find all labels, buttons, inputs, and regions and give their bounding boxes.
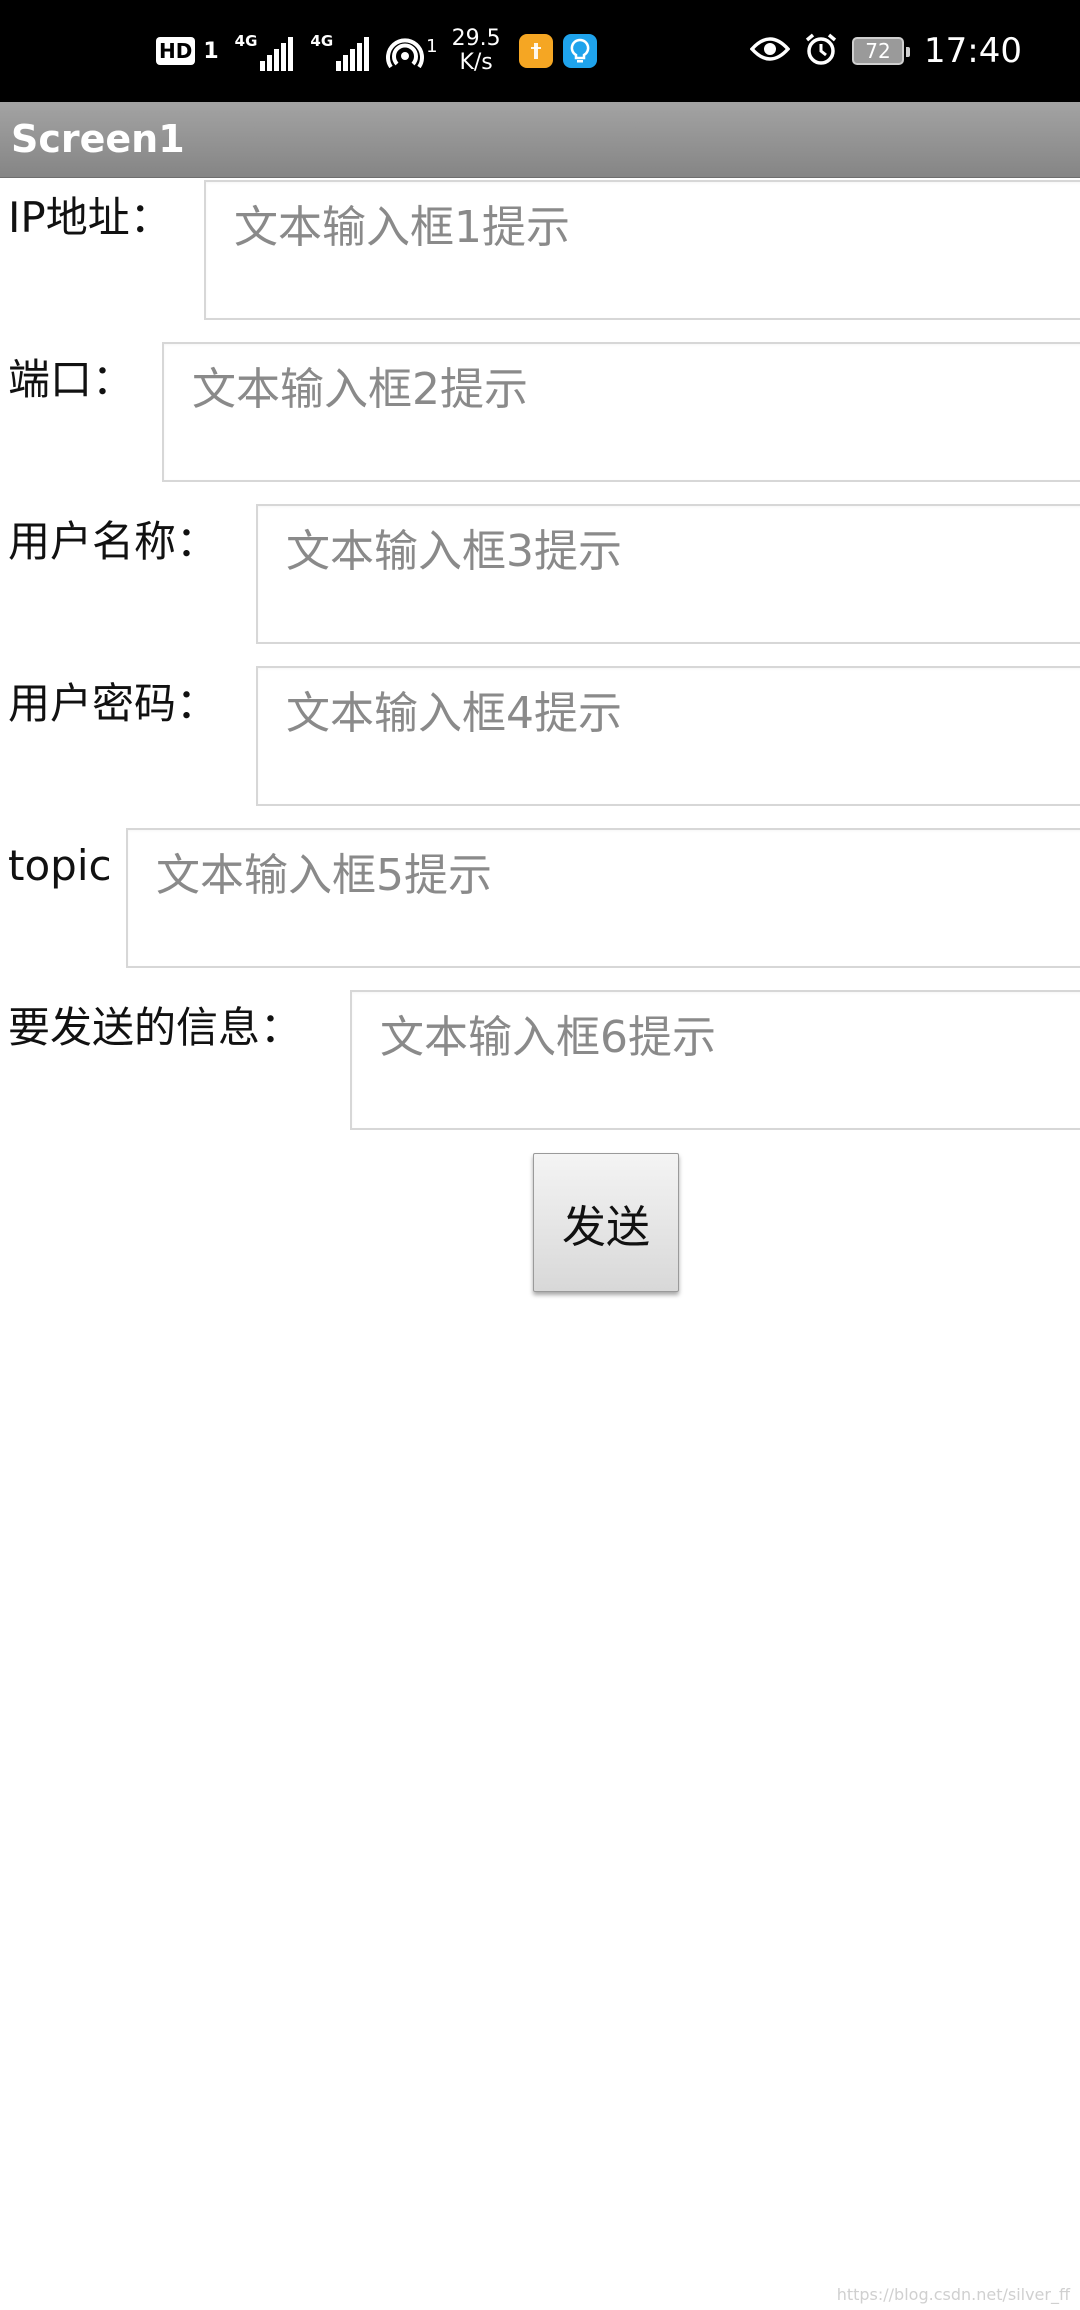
battery-level: 72 <box>865 39 891 63</box>
status-bar-clock: 17:40 <box>924 31 1022 71</box>
screen-title: Screen1 <box>11 117 185 161</box>
hotspot-count: 1 <box>426 36 438 57</box>
password-label: 用户密码： <box>8 679 219 728</box>
status-bar: HD 1 4G 4G 1 29.5 K/s 72 17:40 <box>0 0 1080 102</box>
title-bar: Screen1 <box>0 102 1080 178</box>
network-speed: 29.5 K/s <box>452 27 501 75</box>
signal-icon: 4G <box>235 31 295 71</box>
topic-input[interactable] <box>126 828 1080 968</box>
status-bar-right: 72 17:40 <box>749 0 1022 102</box>
alarm-icon <box>804 32 838 70</box>
port-label: 端口： <box>8 355 135 404</box>
username-input[interactable] <box>256 504 1080 644</box>
message-label: 要发送的信息： <box>8 1003 303 1052</box>
network-type-label: 4G <box>234 32 258 50</box>
ip-address-input[interactable] <box>204 180 1080 320</box>
password-input[interactable] <box>256 666 1080 806</box>
message-input[interactable] <box>350 990 1080 1130</box>
topic-label: topic <box>8 841 112 890</box>
signal-icon: 4G <box>310 31 370 71</box>
battery-icon: 72 <box>852 37 911 65</box>
network-type-label: 4G <box>310 32 334 50</box>
ip-address-label: IP地址： <box>8 193 172 242</box>
app-notification-icon <box>518 34 553 68</box>
network-speed-unit: K/s <box>459 50 493 75</box>
hotspot-icon: 1 <box>386 34 438 68</box>
watermark: https://blog.csdn.net/silver_ff <box>836 2285 1070 2304</box>
username-label: 用户名称： <box>8 517 219 566</box>
port-input[interactable] <box>162 342 1080 482</box>
status-bar-left: HD 1 4G 4G 1 29.5 K/s <box>156 0 601 102</box>
hd-sim-index: 1 <box>203 38 219 64</box>
hd-icon: HD <box>156 37 196 65</box>
lightbulb-app-icon <box>562 34 597 68</box>
network-speed-value: 29.5 <box>451 26 501 51</box>
eye-comfort-icon <box>749 35 791 67</box>
send-button[interactable]: 发送 <box>533 1153 679 1292</box>
